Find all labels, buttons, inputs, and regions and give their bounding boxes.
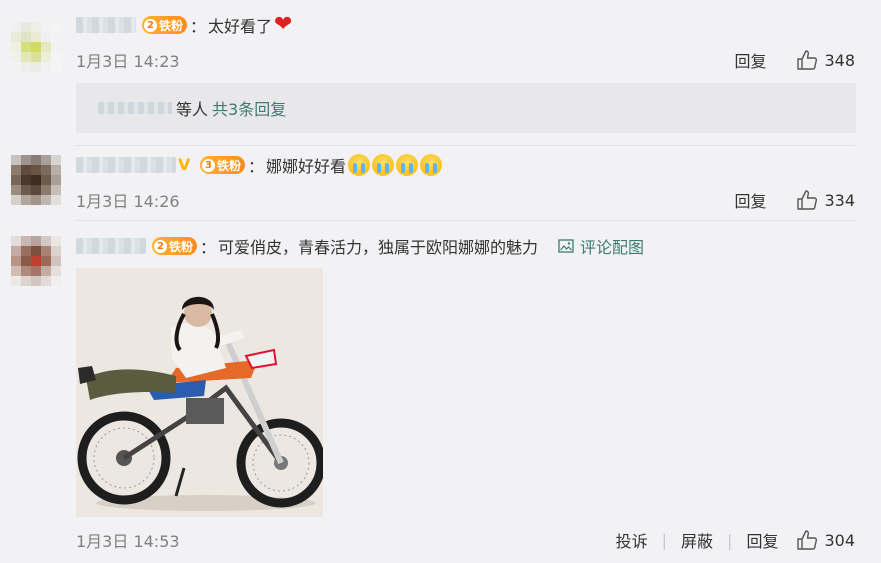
comment-text: 娜娜好好看	[266, 157, 347, 176]
like-button[interactable]: 348	[796, 50, 855, 70]
crying-face-icon	[372, 154, 395, 176]
username[interactable]	[76, 157, 176, 173]
timestamp: 1月3日 14:53	[76, 532, 180, 551]
heart-icon: ❤	[274, 12, 293, 37]
fan-badge: 2 铁粉	[142, 16, 188, 34]
reply-button[interactable]: 回复	[746, 528, 778, 552]
divider	[76, 145, 855, 146]
separator: |	[661, 530, 668, 550]
colon: ：	[190, 17, 207, 36]
avatar[interactable]	[11, 236, 61, 286]
colon: ：	[200, 238, 217, 257]
crying-face-icon	[420, 154, 443, 176]
like-button[interactable]: 334	[796, 190, 855, 210]
like-count: 334	[824, 190, 855, 210]
view-replies-link[interactable]: 共3条回复	[212, 96, 286, 120]
image-icon	[558, 239, 574, 253]
reply-prefix: 等人	[176, 100, 209, 119]
comment-3-line: 2 铁粉 ： 可爱俏皮，青春活力，独属于欧阳娜娜的魅力 评论配图	[76, 234, 644, 258]
comment-image-link[interactable]: 评论配图	[558, 234, 644, 258]
like-button[interactable]: 304	[796, 530, 855, 550]
thumbs-up-icon	[797, 50, 818, 70]
comment-photo[interactable]	[76, 268, 323, 517]
verified-icon: V	[178, 155, 191, 174]
comment-2-meta: 1月3日 14:26 回复 334	[0, 186, 881, 212]
comment-3-meta: 1月3日 14:53 投诉 | 屏蔽 | 回复 304	[0, 526, 881, 552]
fan-badge: 3 铁粉	[200, 156, 246, 174]
comment-1-meta: 1月3日 14:23 回复 348	[0, 46, 881, 72]
like-count: 348	[824, 50, 855, 70]
colon: ：	[248, 157, 265, 176]
fan-badge: 2 铁粉	[152, 237, 198, 255]
reply-button[interactable]: 回复	[734, 48, 766, 72]
motorcycle-photo	[76, 268, 323, 517]
thumbs-up-icon	[797, 530, 818, 550]
comment-text: 可爱俏皮，青春活力，独属于欧阳娜娜的魅力	[218, 238, 539, 257]
report-button[interactable]: 投诉	[616, 528, 648, 552]
divider	[76, 220, 855, 221]
comment-text: 太好看了	[208, 17, 273, 36]
thumbs-up-icon	[797, 190, 818, 210]
like-count: 304	[824, 530, 855, 550]
separator: |	[727, 530, 733, 550]
reply-usernames	[98, 102, 172, 114]
block-button[interactable]: 屏蔽	[681, 528, 713, 552]
timestamp: 1月3日 14:26	[76, 192, 180, 211]
crying-face-icon	[348, 154, 371, 176]
comment-1-line: 2 铁粉 ： 太好看了 ❤	[76, 13, 292, 37]
reply-button[interactable]: 回复	[734, 188, 766, 212]
username[interactable]	[76, 17, 136, 33]
reply-summary[interactable]: 等人 共3条回复	[76, 83, 856, 133]
crying-face-icon	[396, 154, 419, 176]
username[interactable]	[76, 238, 146, 254]
comment-2-line: V 3 铁粉 ： 娜娜好好看	[76, 153, 443, 177]
timestamp: 1月3日 14:23	[76, 52, 180, 71]
